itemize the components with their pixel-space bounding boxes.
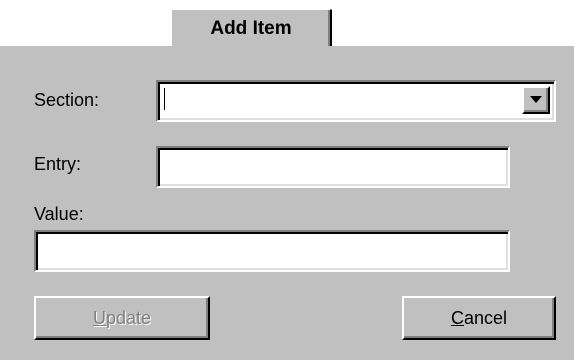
chevron-down-icon <box>530 96 542 103</box>
section-combobox[interactable] <box>156 80 556 122</box>
cancel-button[interactable]: Cancel <box>402 296 556 340</box>
section-dropdown-button[interactable] <box>522 86 550 114</box>
tab-add-item-label: Add Item <box>210 18 292 39</box>
update-button[interactable]: Update <box>34 296 210 340</box>
update-button-mnemonic: U <box>92 307 106 328</box>
section-label: Section: <box>34 90 100 110</box>
entry-field[interactable] <box>156 146 510 188</box>
value-field[interactable] <box>34 230 510 272</box>
update-button-label: pdate <box>105 307 152 328</box>
section-combobox-value <box>164 88 518 114</box>
cancel-button-label: ancel <box>463 307 508 328</box>
tab-add-item[interactable]: Add Item <box>170 8 332 46</box>
add-item-dialog: Add Item Section: Entry: Value: Update C… <box>0 0 574 360</box>
cancel-button-mnemonic: C <box>450 307 464 328</box>
value-label: Value: <box>34 204 84 224</box>
entry-label: Entry: <box>34 154 82 174</box>
text-caret <box>164 88 165 110</box>
